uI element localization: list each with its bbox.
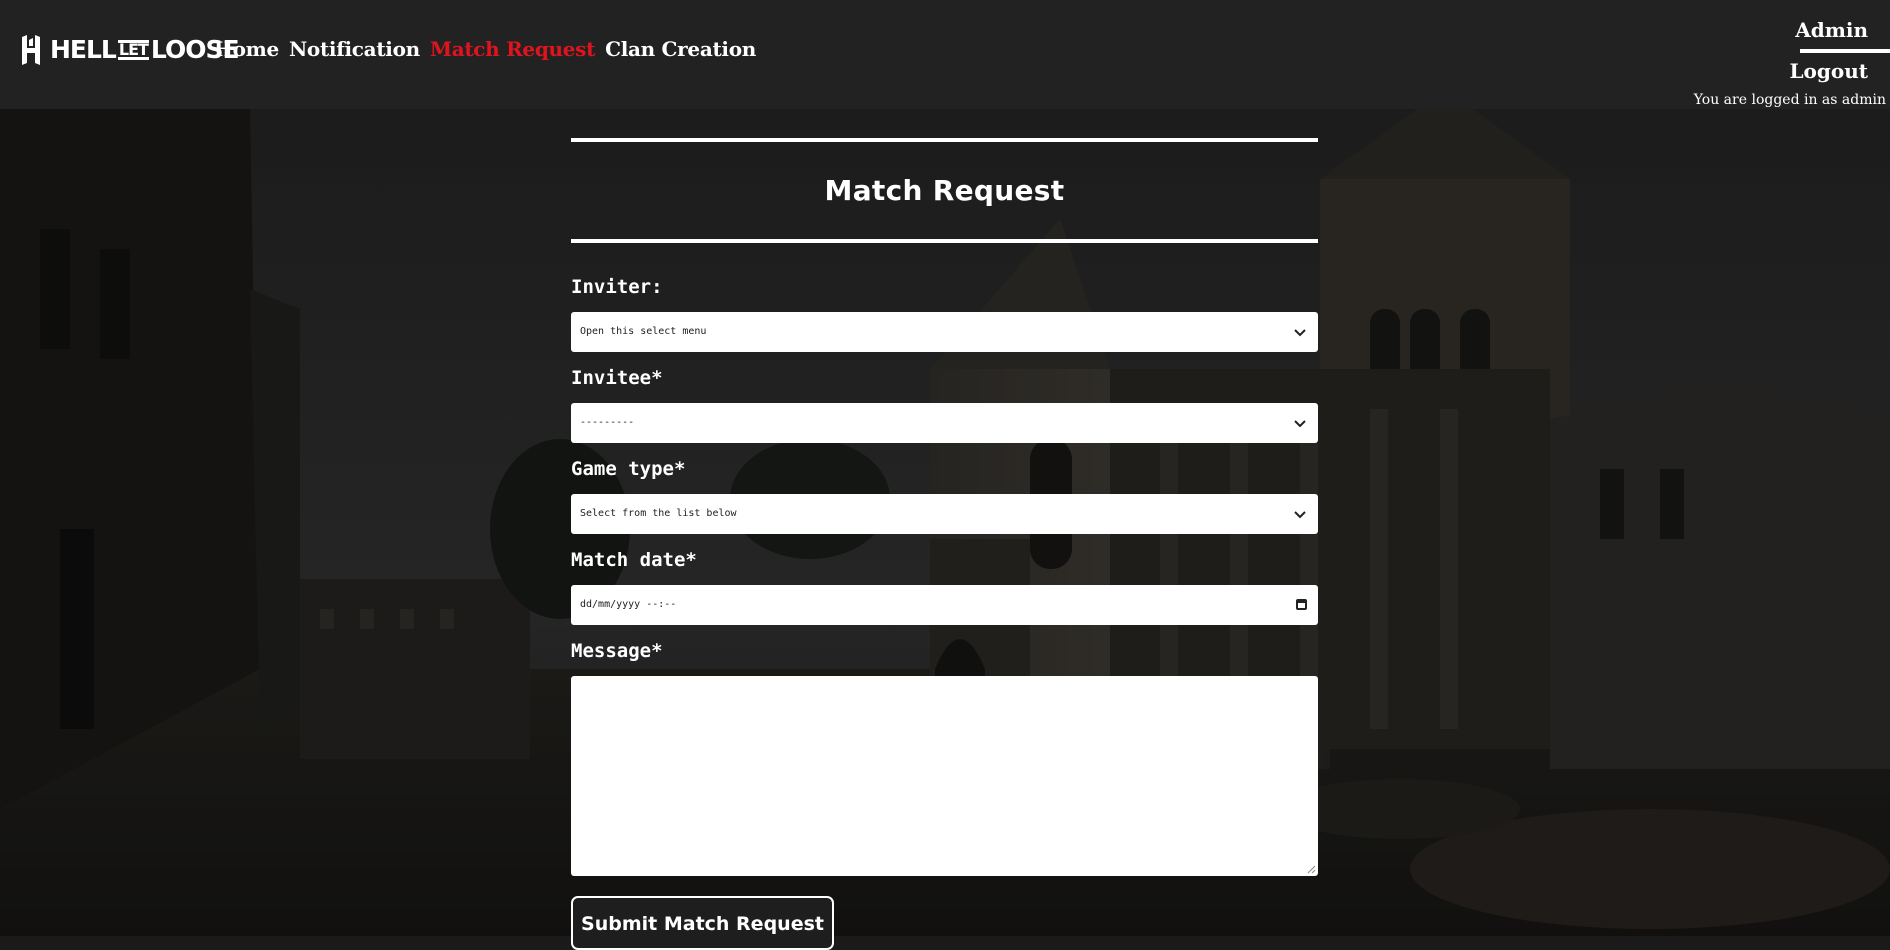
title-rule-bottom [571,239,1318,243]
resize-handle-icon[interactable] [1307,865,1316,874]
message-textarea[interactable] [571,676,1318,876]
match-request-form: Match Request Inviter: Open this select … [571,109,1318,950]
page-title: Match Request [824,174,1065,207]
match-date-label: Match date* [571,549,697,571]
top-navbar: HELL LET LOOSE Home Notification Match Req… [0,0,1890,109]
invitee-label: Invitee* [571,367,663,389]
submit-match-request-button[interactable]: Submit Match Request [571,896,834,950]
game-type-select-value: Select from the list below [580,508,737,519]
login-status-text: You are logged in as admin [1693,92,1886,108]
inviter-label: Inviter: [571,276,663,298]
user-menu: Admin Logout You are logged in as admin [1650,16,1890,109]
brand-wordmark: HELL LET LOOSE [50,35,240,64]
logout-link[interactable]: Logout [1650,57,1890,85]
nav-link-home[interactable]: Home [214,34,279,64]
nav-link-notification[interactable]: Notification [289,34,420,64]
inviter-select[interactable]: Open this select menu [571,312,1318,352]
calendar-icon[interactable] [1296,599,1307,610]
user-divider [1800,49,1890,53]
main-nav: Home Notification Match Request Clan Cre… [214,34,756,64]
chevron-down-icon [1294,420,1306,428]
invitee-select[interactable]: --------- [571,403,1318,443]
inviter-select-value: Open this select menu [580,326,707,337]
message-label: Message* [571,640,663,662]
nav-link-match-request[interactable]: Match Request [430,34,596,64]
chevron-down-icon [1294,511,1306,519]
game-type-select[interactable]: Select from the list below [571,494,1318,534]
nav-link-clan-creation[interactable]: Clan Creation [605,34,756,64]
admin-link[interactable]: Admin [1650,16,1890,44]
match-date-placeholder: dd/mm/yyyy --:-- [580,599,677,610]
hll-logo-icon [22,35,40,65]
match-date-input[interactable]: dd/mm/yyyy --:-- [571,585,1318,625]
chevron-down-icon [1294,329,1306,337]
invitee-select-value: --------- [580,417,635,428]
game-type-label: Game type* [571,458,686,480]
brand-logo[interactable]: HELL LET LOOSE [20,34,240,66]
